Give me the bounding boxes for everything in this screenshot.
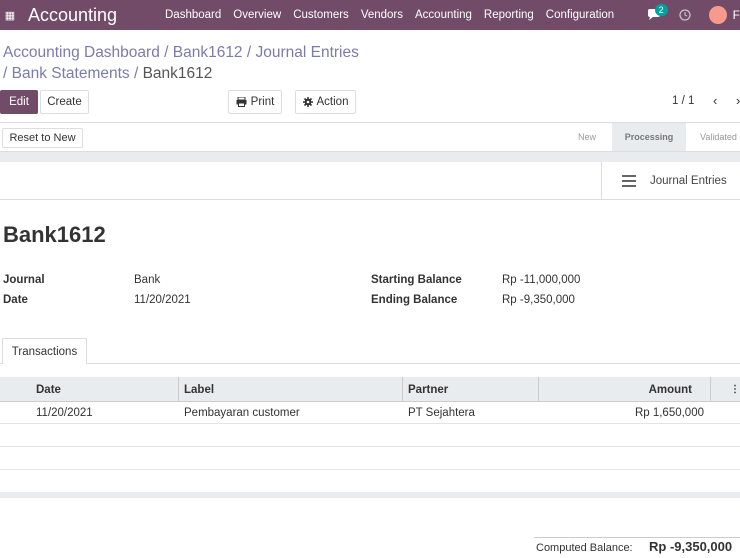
pager-value[interactable]: 1 / 1 bbox=[672, 95, 694, 107]
column-partner[interactable]: Partner bbox=[408, 377, 448, 402]
stage-processing[interactable]: Processing bbox=[612, 123, 686, 151]
breadcrumb-current: Bank1612 bbox=[142, 65, 213, 82]
table-row-empty bbox=[0, 470, 740, 492]
menu-reporting[interactable]: Reporting bbox=[484, 9, 534, 21]
menu-customers[interactable]: Customers bbox=[293, 9, 349, 21]
menu-accounting[interactable]: Accounting bbox=[415, 9, 472, 21]
row-date: 11/20/2021 bbox=[36, 407, 93, 419]
date-value: 11/20/2021 bbox=[134, 294, 191, 306]
column-divider bbox=[538, 377, 539, 402]
print-button[interactable]: Print bbox=[228, 90, 282, 114]
row-partner: PT Sejahtera bbox=[408, 407, 475, 419]
statusbar: Reset to New New Processing Validated bbox=[0, 122, 740, 152]
table-header: Date Label Partner Amount ⋮ bbox=[0, 377, 740, 402]
pager-previous-icon[interactable]: ‹ bbox=[713, 93, 717, 108]
computed-balance-label: Computed Balance: bbox=[536, 542, 633, 554]
create-button[interactable]: Create bbox=[40, 90, 89, 114]
optional-columns-icon[interactable]: ⋮ bbox=[730, 377, 740, 402]
tab-transactions[interactable]: Transactions bbox=[2, 338, 87, 364]
row-label: Pembayaran customer bbox=[184, 407, 300, 419]
chat-icon[interactable]: 2 bbox=[647, 4, 668, 21]
starting-balance-label: Starting Balance bbox=[371, 274, 462, 286]
main-menu: Dashboard Overview Customers Vendors Acc… bbox=[165, 0, 626, 30]
app-brand[interactable]: Accounting bbox=[28, 5, 117, 26]
column-divider bbox=[178, 377, 179, 402]
table-footer bbox=[0, 492, 740, 498]
chat-count-badge: 2 bbox=[654, 4, 668, 16]
ending-balance-label: Ending Balance bbox=[371, 294, 458, 306]
top-navbar: ▦ Accounting Dashboard Overview Customer… bbox=[0, 0, 740, 30]
breadcrumb-bank-statements[interactable]: / Bank Statements / bbox=[3, 65, 143, 82]
list-icon bbox=[622, 172, 636, 190]
column-label[interactable]: Label bbox=[184, 377, 214, 402]
edit-button[interactable]: Edit bbox=[0, 90, 38, 114]
date-label: Date bbox=[3, 294, 28, 306]
table-row-empty bbox=[0, 448, 740, 470]
systray: 2 F bbox=[647, 0, 740, 30]
table-row-empty bbox=[0, 425, 740, 447]
column-amount[interactable]: Amount bbox=[649, 377, 692, 402]
user-name[interactable]: F bbox=[733, 8, 740, 22]
column-divider bbox=[402, 377, 403, 402]
totals-divider bbox=[534, 537, 740, 538]
pager-next-icon[interactable]: › bbox=[736, 93, 740, 108]
print-icon bbox=[236, 97, 247, 107]
journal-entries-label: Journal Entries bbox=[650, 175, 727, 187]
journal-entries-button[interactable]: Journal Entries bbox=[601, 162, 740, 200]
apps-menu-icon[interactable]: ▦ bbox=[0, 9, 20, 22]
column-divider bbox=[710, 377, 711, 402]
gear-icon bbox=[302, 97, 313, 107]
menu-vendors[interactable]: Vendors bbox=[361, 9, 403, 21]
menu-overview[interactable]: Overview bbox=[233, 9, 281, 21]
journal-value: Bank bbox=[134, 274, 161, 286]
computed-balance-value: Rp -9,350,000 bbox=[649, 539, 733, 554]
action-button[interactable]: Action bbox=[295, 90, 356, 114]
user-avatar[interactable] bbox=[708, 6, 727, 24]
action-label: Action bbox=[316, 96, 349, 108]
column-date[interactable]: Date bbox=[36, 377, 61, 402]
menu-dashboard[interactable]: Dashboard bbox=[165, 9, 221, 21]
form-background-band bbox=[0, 152, 740, 162]
tab-bar-line bbox=[0, 363, 740, 364]
journal-label: Journal bbox=[3, 274, 45, 286]
record-title: Bank1612 bbox=[3, 222, 106, 247]
reset-to-new-button[interactable]: Reset to New bbox=[2, 128, 83, 148]
menu-configuration[interactable]: Configuration bbox=[546, 9, 614, 21]
breadcrumb-path[interactable]: Accounting Dashboard / Bank1612 / Journa… bbox=[3, 44, 359, 61]
activity-clock-icon[interactable] bbox=[679, 9, 691, 21]
table-row[interactable]: 11/20/2021 Pembayaran customer PT Sejaht… bbox=[0, 402, 740, 424]
smart-button-box: Journal Entries bbox=[0, 162, 740, 200]
breadcrumb: Accounting Dashboard / Bank1612 / Journa… bbox=[3, 42, 403, 84]
stage-new[interactable]: New bbox=[578, 123, 596, 151]
stage-validated[interactable]: Validated bbox=[700, 123, 737, 151]
starting-balance-value: Rp -11,000,000 bbox=[502, 274, 581, 286]
print-label: Print bbox=[250, 96, 275, 108]
row-amount: Rp 1,650,000 bbox=[634, 407, 704, 419]
ending-balance-value: Rp -9,350,000 bbox=[502, 294, 575, 306]
